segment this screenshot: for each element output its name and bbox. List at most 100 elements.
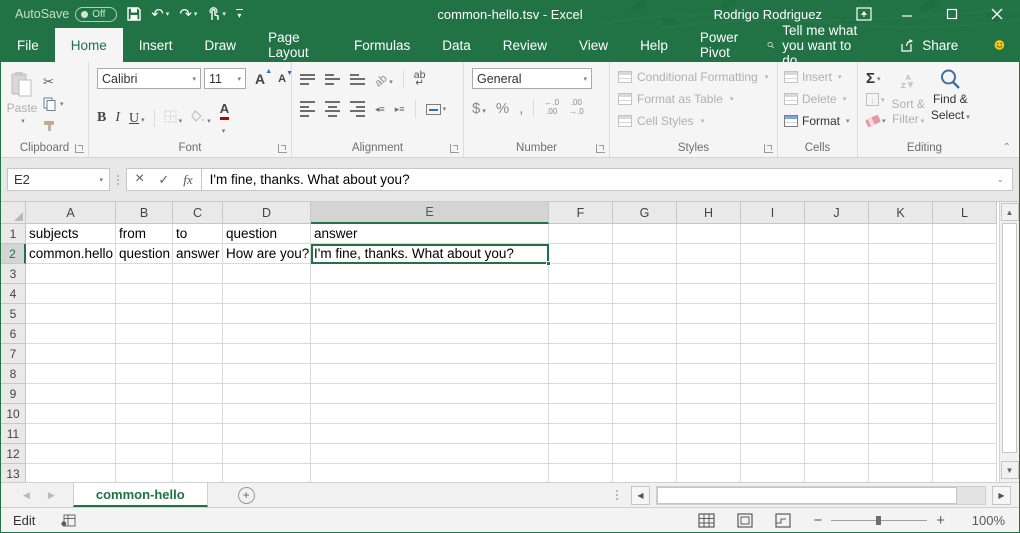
cell-H11[interactable] xyxy=(677,424,741,444)
autosave-pill[interactable]: Off xyxy=(75,7,117,22)
cell-styles-button[interactable]: Cell Styles▾ xyxy=(618,110,777,132)
row-header-11[interactable]: 11 xyxy=(1,424,26,444)
cell-G13[interactable] xyxy=(613,464,677,482)
cell-B13[interactable] xyxy=(116,464,173,482)
cell-F11[interactable] xyxy=(549,424,613,444)
cell-I10[interactable] xyxy=(741,404,805,424)
autosum-button[interactable]: Σ▾ xyxy=(866,70,886,87)
cell-C3[interactable] xyxy=(173,264,223,284)
cell-B10[interactable] xyxy=(116,404,173,424)
cell-A10[interactable] xyxy=(26,404,116,424)
cell-K8[interactable] xyxy=(869,364,933,384)
wrap-text-button[interactable]: ab↵ xyxy=(414,71,426,88)
cell-F5[interactable] xyxy=(549,304,613,324)
cell-E7[interactable] xyxy=(311,344,549,364)
insert-function-button[interactable]: fx xyxy=(183,172,192,188)
cell-D7[interactable] xyxy=(223,344,311,364)
cell-L2[interactable] xyxy=(933,244,997,264)
tab-home[interactable]: Home xyxy=(55,28,123,62)
collapse-ribbon-button[interactable]: ⌃ xyxy=(1003,142,1011,153)
enter-entry-button[interactable]: ✓ xyxy=(158,172,169,188)
cell-G1[interactable] xyxy=(613,224,677,244)
customize-qat-button[interactable]: ▾ xyxy=(236,9,243,20)
cell-H9[interactable] xyxy=(677,384,741,404)
cell-J3[interactable] xyxy=(805,264,869,284)
row-header-10[interactable]: 10 xyxy=(1,404,26,424)
cell-E3[interactable] xyxy=(311,264,549,284)
cell-J1[interactable] xyxy=(805,224,869,244)
cell-K4[interactable] xyxy=(869,284,933,304)
column-header-L[interactable]: L xyxy=(933,202,997,224)
cell-E13[interactable] xyxy=(311,464,549,482)
cell-A5[interactable] xyxy=(26,304,116,324)
cell-I12[interactable] xyxy=(741,444,805,464)
cell-D2[interactable]: How are you? xyxy=(223,244,311,264)
column-header-E[interactable]: E xyxy=(311,202,549,224)
scroll-left-button[interactable]: ◀ xyxy=(631,486,650,505)
bold-button[interactable]: B xyxy=(97,110,106,126)
cell-G9[interactable] xyxy=(613,384,677,404)
cell-C4[interactable] xyxy=(173,284,223,304)
cell-D3[interactable] xyxy=(223,264,311,284)
cell-I2[interactable] xyxy=(741,244,805,264)
font-name-combo[interactable]: Calibri▾ xyxy=(97,68,201,89)
cell-F7[interactable] xyxy=(549,344,613,364)
maximize-button[interactable] xyxy=(929,0,974,28)
zoom-out-button[interactable]: − xyxy=(813,512,822,529)
cell-B11[interactable] xyxy=(116,424,173,444)
row-header-9[interactable]: 9 xyxy=(1,384,26,404)
cell-A11[interactable] xyxy=(26,424,116,444)
cell-G8[interactable] xyxy=(613,364,677,384)
expand-formula-bar-button[interactable]: ⌄ xyxy=(996,174,1004,185)
column-header-G[interactable]: G xyxy=(613,202,677,224)
horizontal-scroll-thumb[interactable] xyxy=(657,487,957,504)
cell-D1[interactable]: question xyxy=(223,224,311,244)
cell-H7[interactable] xyxy=(677,344,741,364)
cell-L4[interactable] xyxy=(933,284,997,304)
cell-I4[interactable] xyxy=(741,284,805,304)
merge-center-button[interactable]: ▾ xyxy=(426,104,447,115)
row-header-5[interactable]: 5 xyxy=(1,304,26,324)
cell-E4[interactable] xyxy=(311,284,549,304)
normal-view-button[interactable] xyxy=(698,513,715,528)
cell-H12[interactable] xyxy=(677,444,741,464)
cell-H4[interactable] xyxy=(677,284,741,304)
formula-input[interactable]: I'm fine, thanks. What about you?⌄ xyxy=(201,168,1013,191)
cell-F10[interactable] xyxy=(549,404,613,424)
name-box[interactable]: E2▾ xyxy=(7,168,110,191)
format-as-table-dropdown[interactable]: ▾ xyxy=(730,95,734,103)
styles-dialog-launcher[interactable] xyxy=(764,144,773,153)
cell-L11[interactable] xyxy=(933,424,997,444)
font-name-dropdown[interactable]: ▾ xyxy=(192,75,196,83)
cell-J13[interactable] xyxy=(805,464,869,482)
middle-align-button[interactable] xyxy=(325,74,340,85)
cell-D6[interactable] xyxy=(223,324,311,344)
cell-L13[interactable] xyxy=(933,464,997,482)
cell-A6[interactable] xyxy=(26,324,116,344)
cell-styles-dropdown[interactable]: ▾ xyxy=(701,117,705,125)
cell-F2[interactable] xyxy=(549,244,613,264)
cell-L3[interactable] xyxy=(933,264,997,284)
cell-F3[interactable] xyxy=(549,264,613,284)
font-color-dropdown[interactable]: ▾ xyxy=(222,128,226,135)
cell-K12[interactable] xyxy=(869,444,933,464)
formula-bar-resize-handle[interactable] xyxy=(117,175,119,185)
tell-me-box[interactable]: Tell me what you want to do xyxy=(767,23,868,68)
cell-B9[interactable] xyxy=(116,384,173,404)
tab-page-layout[interactable]: Page Layout xyxy=(252,28,338,62)
cell-J7[interactable] xyxy=(805,344,869,364)
bottom-align-button[interactable] xyxy=(350,74,365,85)
user-name[interactable]: Rodrigo Rodriguez xyxy=(714,7,822,22)
cell-L10[interactable] xyxy=(933,404,997,424)
cell-I8[interactable] xyxy=(741,364,805,384)
cell-D8[interactable] xyxy=(223,364,311,384)
italic-button[interactable]: I xyxy=(115,110,120,126)
percent-style-button[interactable]: % xyxy=(496,100,509,117)
orientation-button[interactable]: ab▾ xyxy=(375,72,393,87)
autosum-dropdown[interactable]: ▾ xyxy=(877,75,881,83)
cell-H6[interactable] xyxy=(677,324,741,344)
sort-filter-dropdown[interactable]: ▾ xyxy=(921,118,925,125)
cell-C12[interactable] xyxy=(173,444,223,464)
tab-power-pivot[interactable]: Power Pivot xyxy=(684,28,767,62)
cell-J11[interactable] xyxy=(805,424,869,444)
